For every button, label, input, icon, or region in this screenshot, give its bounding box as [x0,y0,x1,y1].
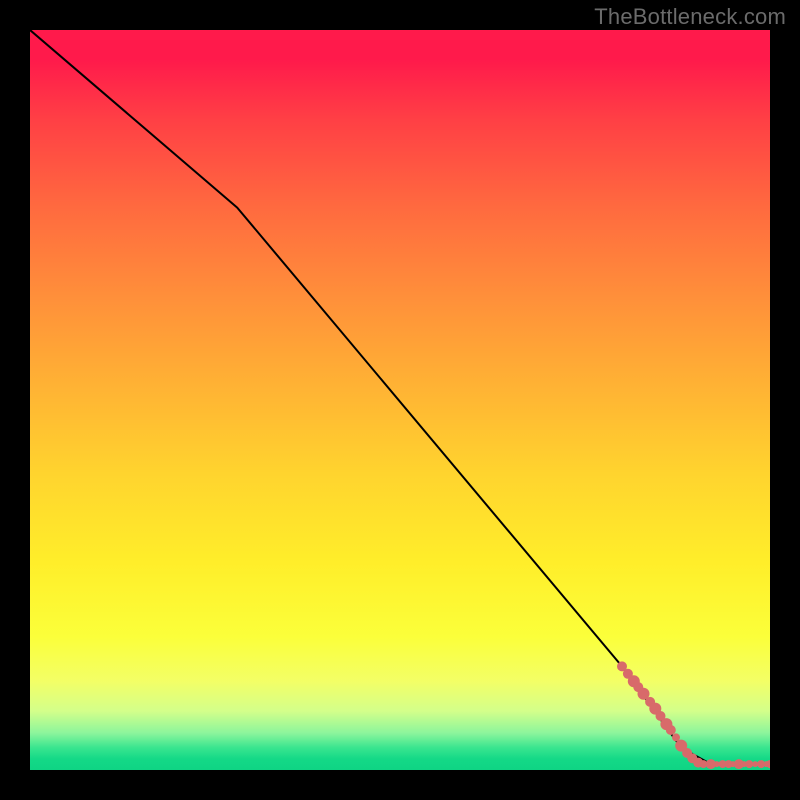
data-markers [617,661,770,769]
curve-line [30,30,770,764]
data-marker [745,760,753,768]
chart-container: TheBottleneck.com [0,0,800,800]
data-marker [666,725,676,735]
plot-area [30,30,770,770]
watermark-text: TheBottleneck.com [594,4,786,30]
chart-svg [30,30,770,770]
